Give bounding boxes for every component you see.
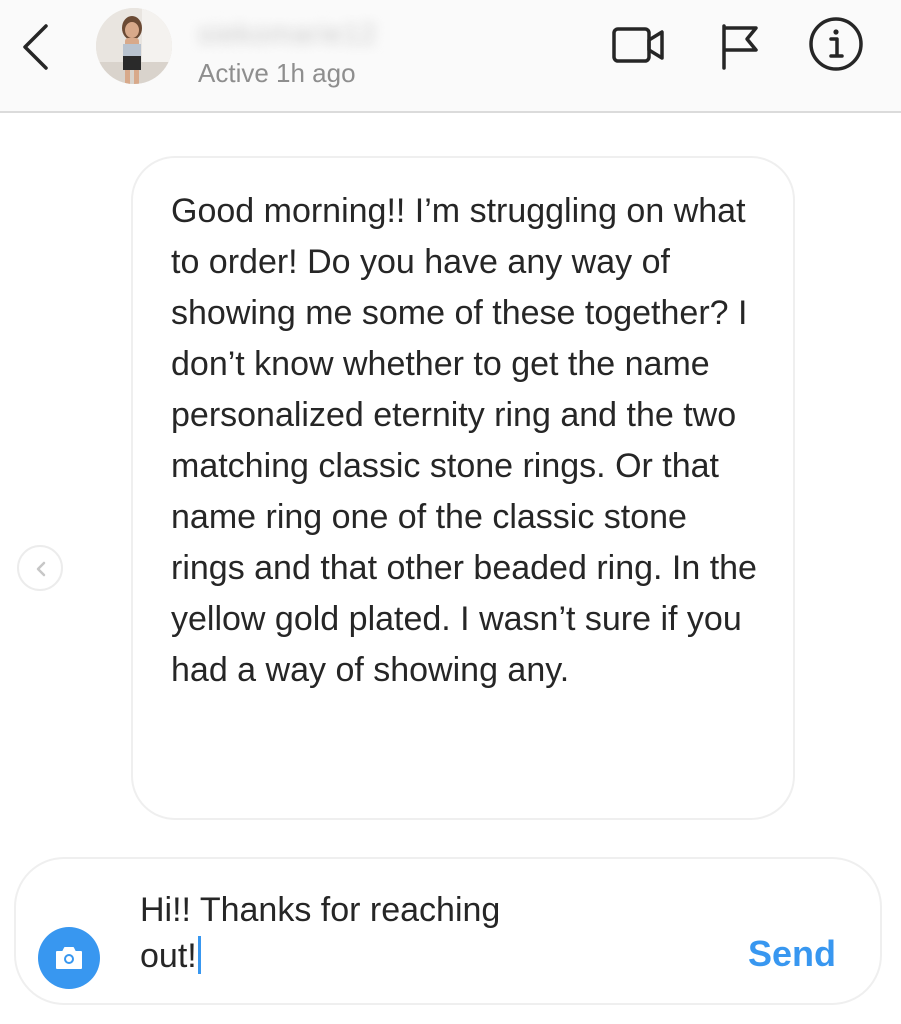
text-cursor <box>197 936 201 974</box>
flag-icon <box>722 24 758 70</box>
chevron-left-icon <box>23 24 48 70</box>
previous-message-button[interactable] <box>17 545 63 591</box>
video-camera-icon <box>612 27 664 63</box>
message-text: Good morning!! I’m struggling on what to… <box>171 192 757 689</box>
received-message-bubble[interactable]: Good morning!! I’m struggling on what to… <box>131 156 795 820</box>
draft-line-2: out! <box>140 933 680 979</box>
send-button[interactable]: Send <box>748 933 836 975</box>
conversation-header: siekomarie12 Active 1h ago <box>0 0 901 113</box>
info-icon <box>809 17 863 71</box>
message-input[interactable]: Hi!! Thanks for reaching out! <box>140 887 680 987</box>
message-composer: Hi!! Thanks for reaching out! Send <box>14 857 882 1005</box>
avatar[interactable] <box>96 8 172 84</box>
info-button[interactable] <box>806 14 866 74</box>
draft-line-2-text: out! <box>140 937 197 975</box>
report-button[interactable] <box>710 14 770 74</box>
profile-photo <box>96 8 172 84</box>
back-button[interactable] <box>16 22 56 72</box>
camera-button[interactable] <box>38 927 100 989</box>
draft-line-1: Hi!! Thanks for reaching <box>140 891 501 929</box>
camera-icon <box>56 947 82 969</box>
video-call-button[interactable] <box>608 14 668 74</box>
username[interactable]: siekomarie12 <box>198 18 377 50</box>
active-status: Active 1h ago <box>198 58 356 88</box>
chevron-left-icon <box>36 561 46 577</box>
